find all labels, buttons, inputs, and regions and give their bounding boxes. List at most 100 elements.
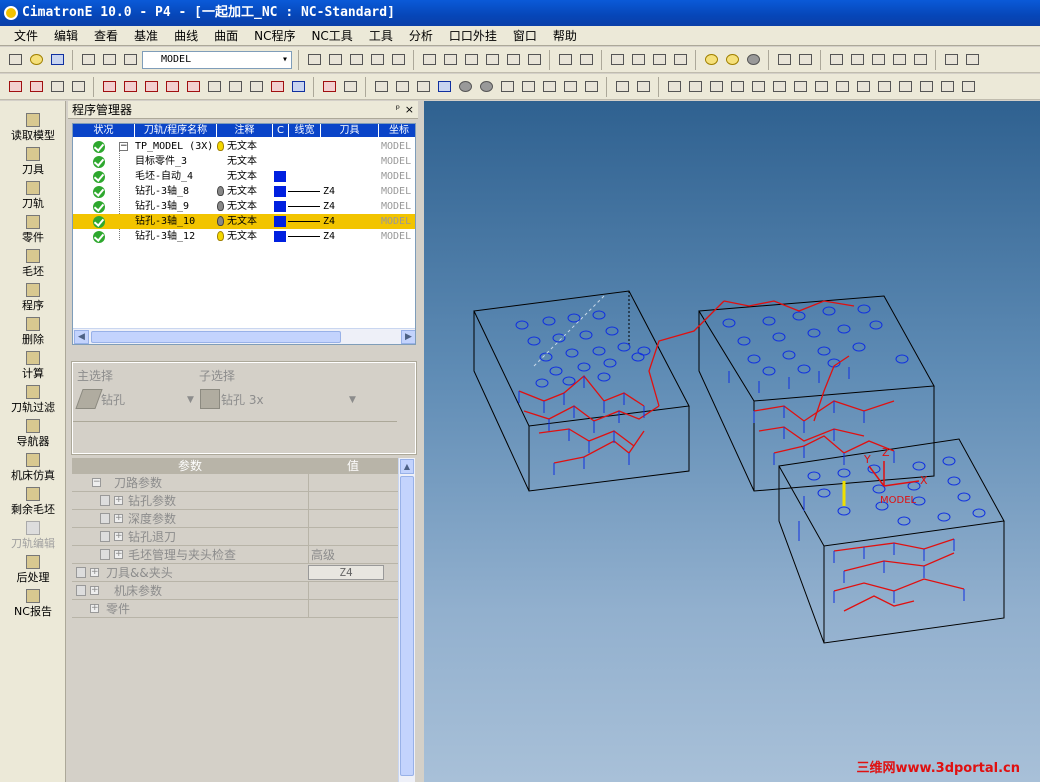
- spline-icon[interactable]: [728, 78, 746, 96]
- expand-icon[interactable]: +: [114, 496, 123, 505]
- filter-dim-icon[interactable]: [226, 78, 244, 96]
- line-icon[interactable]: [665, 78, 683, 96]
- fillet-icon[interactable]: [875, 78, 893, 96]
- scroll-right-icon[interactable]: ▶: [401, 330, 415, 344]
- left-item-machine-sim[interactable]: 机床仿真: [0, 451, 66, 485]
- tree-horizontal-scrollbar[interactable]: ◀ ▶: [73, 328, 415, 344]
- expand-icon[interactable]: +: [114, 532, 123, 541]
- render-dropdown-icon[interactable]: [671, 51, 689, 69]
- wireframe-icon[interactable]: [608, 51, 626, 69]
- menu-analysis[interactable]: 分析: [401, 26, 441, 46]
- menu-curve[interactable]: 曲线: [166, 26, 206, 46]
- print-icon[interactable]: [79, 51, 97, 69]
- zoom-all-icon[interactable]: [305, 51, 323, 69]
- menu-window[interactable]: 窗口: [505, 26, 545, 46]
- left-item-toolpath[interactable]: 刀轨: [0, 179, 66, 213]
- view-save-icon[interactable]: [577, 51, 595, 69]
- save-icon[interactable]: [48, 51, 66, 69]
- menu-surface[interactable]: 曲面: [206, 26, 246, 46]
- tree-row[interactable]: 毛坯-自动_4 无文本 MODEL: [73, 169, 415, 184]
- xyz-icon[interactable]: [938, 78, 956, 96]
- chamfer-icon[interactable]: [854, 78, 872, 96]
- filter-text-icon[interactable]: [205, 78, 223, 96]
- collapse-icon[interactable]: −: [92, 478, 101, 487]
- select-box-icon[interactable]: [48, 78, 66, 96]
- color-swatch[interactable]: [274, 186, 286, 197]
- param-row[interactable]: + 刀具&&夹头 Z4: [72, 564, 398, 582]
- sketch-edit-icon[interactable]: [613, 78, 631, 96]
- filter-list-icon[interactable]: [289, 78, 307, 96]
- light-on-icon[interactable]: [723, 51, 741, 69]
- measure-icon[interactable]: [848, 51, 866, 69]
- view-right-icon[interactable]: [483, 51, 501, 69]
- split-icon[interactable]: [791, 78, 809, 96]
- view-iso-icon[interactable]: [420, 51, 438, 69]
- copy-icon[interactable]: [890, 51, 908, 69]
- menu-nc-tools[interactable]: NC工具: [303, 26, 360, 46]
- select-pointer-icon[interactable]: [69, 78, 87, 96]
- arrow-right-icon[interactable]: [796, 51, 814, 69]
- light-off-icon[interactable]: [744, 51, 762, 69]
- model-combo[interactable]: MODEL: [142, 50, 292, 69]
- expand-icon[interactable]: +: [90, 586, 99, 595]
- grid-vertical-scrollbar[interactable]: ▲: [398, 458, 415, 782]
- undo-icon[interactable]: [121, 51, 139, 69]
- menu-tools[interactable]: 工具: [361, 26, 401, 46]
- tool-holder-icon[interactable]: [341, 78, 359, 96]
- expand-icon[interactable]: +: [90, 604, 99, 613]
- filter-face-icon[interactable]: [121, 78, 139, 96]
- color-swatch[interactable]: [274, 201, 286, 212]
- col-status[interactable]: 状况: [73, 124, 135, 137]
- left-item-tool[interactable]: 刀具: [0, 145, 66, 179]
- circle-icon[interactable]: [477, 78, 495, 96]
- menu-view[interactable]: 查看: [86, 26, 126, 46]
- project-icon[interactable]: [917, 78, 935, 96]
- pause-icon[interactable]: [942, 51, 960, 69]
- transform-icon[interactable]: [827, 51, 845, 69]
- view-manager-icon[interactable]: [556, 51, 574, 69]
- snap-icon[interactable]: [320, 78, 338, 96]
- bulb-icon[interactable]: [217, 231, 224, 241]
- layer-icon[interactable]: [100, 51, 118, 69]
- pan-icon[interactable]: [368, 51, 386, 69]
- new-file-icon[interactable]: [6, 51, 24, 69]
- point-icon[interactable]: [896, 78, 914, 96]
- param-row[interactable]: + 钻孔退刀: [72, 528, 398, 546]
- tree-row[interactable]: 钻孔-3轴_9 无文本 Z4 MODEL: [73, 199, 415, 214]
- left-item-toolpath-filter[interactable]: 刀轨过滤: [0, 383, 66, 417]
- offset-icon[interactable]: [749, 78, 767, 96]
- frame-icon[interactable]: [582, 78, 600, 96]
- col-name[interactable]: 刀轨/程序名称: [135, 124, 217, 137]
- tree-row-selected[interactable]: 钻孔-3轴_10 无文本 Z4 MODEL: [73, 214, 415, 229]
- join-icon[interactable]: [833, 78, 851, 96]
- stop-icon[interactable]: [963, 51, 981, 69]
- view-back-icon[interactable]: [525, 51, 543, 69]
- bulb-icon[interactable]: [217, 141, 224, 151]
- view-front-icon[interactable]: [441, 51, 459, 69]
- arrow-left-icon[interactable]: [775, 51, 793, 69]
- left-item-navigator[interactable]: 导航器: [0, 417, 66, 451]
- hidden-line-icon[interactable]: [629, 51, 647, 69]
- show-all-icon[interactable]: [372, 78, 390, 96]
- left-item-post-process[interactable]: 后处理: [0, 553, 66, 587]
- open-folder-icon[interactable]: [27, 51, 45, 69]
- menu-datum[interactable]: 基准: [126, 26, 166, 46]
- polyline-icon[interactable]: [686, 78, 704, 96]
- left-item-part[interactable]: 零件: [0, 213, 66, 247]
- chevron-down-icon[interactable]: ▼: [349, 395, 356, 405]
- menu-nc-program[interactable]: NC程序: [246, 26, 303, 46]
- left-item-program[interactable]: 程序: [0, 281, 66, 315]
- tool-value-button[interactable]: Z4: [308, 565, 384, 580]
- filter-datum-icon[interactable]: [247, 78, 265, 96]
- light-bulb-icon[interactable]: [702, 51, 720, 69]
- color-swatch[interactable]: [274, 231, 286, 242]
- param-row[interactable]: + 毛坯管理与夹头检查 高级: [72, 546, 398, 564]
- sketch-arc-icon[interactable]: [634, 78, 652, 96]
- cancel-icon[interactable]: [27, 78, 45, 96]
- menu-help[interactable]: 帮助: [545, 26, 585, 46]
- circle-draw-icon[interactable]: [707, 78, 725, 96]
- left-item-read-model[interactable]: 读取模型: [0, 111, 66, 145]
- menu-edit[interactable]: 编辑: [46, 26, 86, 46]
- scroll-up-icon[interactable]: ▲: [400, 459, 414, 474]
- col-linewidth[interactable]: 线宽: [289, 124, 321, 137]
